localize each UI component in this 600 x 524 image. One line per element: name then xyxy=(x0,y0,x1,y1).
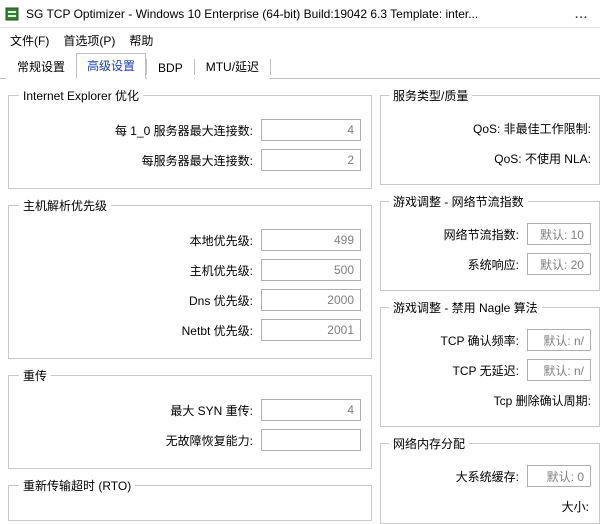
max-syn-label: 最大 SYN 重传: xyxy=(170,402,253,419)
group-ie-legend: Internet Explorer 优化 xyxy=(19,87,143,104)
group-qos-legend: 服务类型/质量 xyxy=(389,87,472,104)
menu-options[interactable]: 首选项(P) xyxy=(59,30,119,51)
throttle-index-input[interactable] xyxy=(527,223,591,245)
netbt-priority-input[interactable] xyxy=(261,319,361,341)
group-net-memory: 网络内存分配 大系统缓存: 大小: xyxy=(380,435,600,524)
group-host-resolution: 主机解析优先级 本地优先级: 主机优先级: Dns 优先级: Netbt 优先级… xyxy=(8,197,372,359)
mem-size-label: 大小: xyxy=(389,494,591,515)
nonsack-label: 无故障恢复能力: xyxy=(166,432,253,449)
host-priority-input[interactable] xyxy=(261,259,361,281)
left-column: Internet Explorer 优化 每 1_0 服务器最大连接数: 每服务… xyxy=(8,87,372,512)
dns-priority-label: Dns 优先级: xyxy=(189,292,253,309)
host-priority-label: 主机优先级: xyxy=(190,262,253,279)
group-mem-legend: 网络内存分配 xyxy=(389,435,469,452)
netbt-priority-label: Netbt 优先级: xyxy=(182,322,253,339)
ack-freq-label: TCP 确认频率: xyxy=(441,332,519,349)
qos-nonbest-label: QoS: 非最佳工作限制: xyxy=(473,120,591,137)
tcp-nodelay-label: TCP 无延迟: xyxy=(453,362,519,379)
group-throttle: 游戏调整 - 网络节流指数 网络节流指数: 系统响应: xyxy=(380,193,600,291)
ie-per-input[interactable] xyxy=(261,149,361,171)
dns-priority-input[interactable] xyxy=(261,289,361,311)
group-ie-optimize: Internet Explorer 优化 每 1_0 服务器最大连接数: 每服务… xyxy=(8,87,372,189)
system-resp-label: 系统响应: xyxy=(468,256,519,273)
group-nagle: 游戏调整 - 禁用 Nagle 算法 TCP 确认频率: TCP 无延迟: Tc… xyxy=(380,299,600,427)
qos-nla-label: QoS: 不使用 NLA: xyxy=(494,150,591,167)
throttle-index-label: 网络节流指数: xyxy=(444,226,519,243)
advanced-settings-panel: Internet Explorer 优化 每 1_0 服务器最大连接数: 每服务… xyxy=(0,79,600,520)
window-title: SG TCP Optimizer - Windows 10 Enterprise… xyxy=(26,7,566,21)
system-resp-input[interactable] xyxy=(527,253,591,275)
ie-per10-input[interactable] xyxy=(261,119,361,141)
group-qos: 服务类型/质量 QoS: 非最佳工作限制: QoS: 不使用 NLA: xyxy=(380,87,600,185)
tabbar: 常规设置 高级设置 BDP MTU/延迟 xyxy=(0,55,600,79)
menubar: 文件(F) 首选项(P) 帮助 xyxy=(0,28,600,55)
max-syn-input[interactable] xyxy=(261,399,361,421)
ie-per10-label: 每 1_0 服务器最大连接数: xyxy=(115,122,253,139)
group-rto: 重新传输超时 (RTO) xyxy=(8,477,372,521)
local-priority-input[interactable] xyxy=(261,229,361,251)
group-hostres-legend: 主机解析优先级 xyxy=(19,197,111,214)
menu-file[interactable]: 文件(F) xyxy=(6,30,53,51)
ie-per-label: 每服务器最大连接数: xyxy=(142,152,253,169)
tab-bdp[interactable]: BDP xyxy=(147,57,194,79)
menu-help[interactable]: 帮助 xyxy=(125,30,157,51)
tab-mtu[interactable]: MTU/延迟 xyxy=(195,54,270,79)
tcp-nodelay-input[interactable] xyxy=(527,359,591,381)
tab-advanced[interactable]: 高级设置 xyxy=(76,53,146,79)
window-menu-ellipsis[interactable]: ... xyxy=(566,2,596,26)
del-ack-label: Tcp 删除确认周期: xyxy=(494,392,591,409)
group-throttle-legend: 游戏调整 - 网络节流指数 xyxy=(389,193,528,210)
large-syscache-input[interactable] xyxy=(527,465,591,487)
local-priority-label: 本地优先级: xyxy=(190,232,253,249)
app-icon xyxy=(4,6,20,22)
titlebar: SG TCP Optimizer - Windows 10 Enterprise… xyxy=(0,0,600,28)
group-rto-legend: 重新传输超时 (RTO) xyxy=(19,477,135,494)
tab-general[interactable]: 常规设置 xyxy=(6,54,76,79)
tab-separator xyxy=(270,59,271,75)
group-nagle-legend: 游戏调整 - 禁用 Nagle 算法 xyxy=(389,299,542,316)
group-retransmission: 重传 最大 SYN 重传: 无故障恢复能力: xyxy=(8,367,372,469)
nonsack-input[interactable] xyxy=(261,429,361,451)
ack-freq-input[interactable] xyxy=(527,329,591,351)
large-syscache-label: 大系统缓存: xyxy=(456,468,519,485)
right-column: 服务类型/质量 QoS: 非最佳工作限制: QoS: 不使用 NLA: 游戏调整… xyxy=(380,87,600,512)
group-retrans-legend: 重传 xyxy=(19,367,51,384)
